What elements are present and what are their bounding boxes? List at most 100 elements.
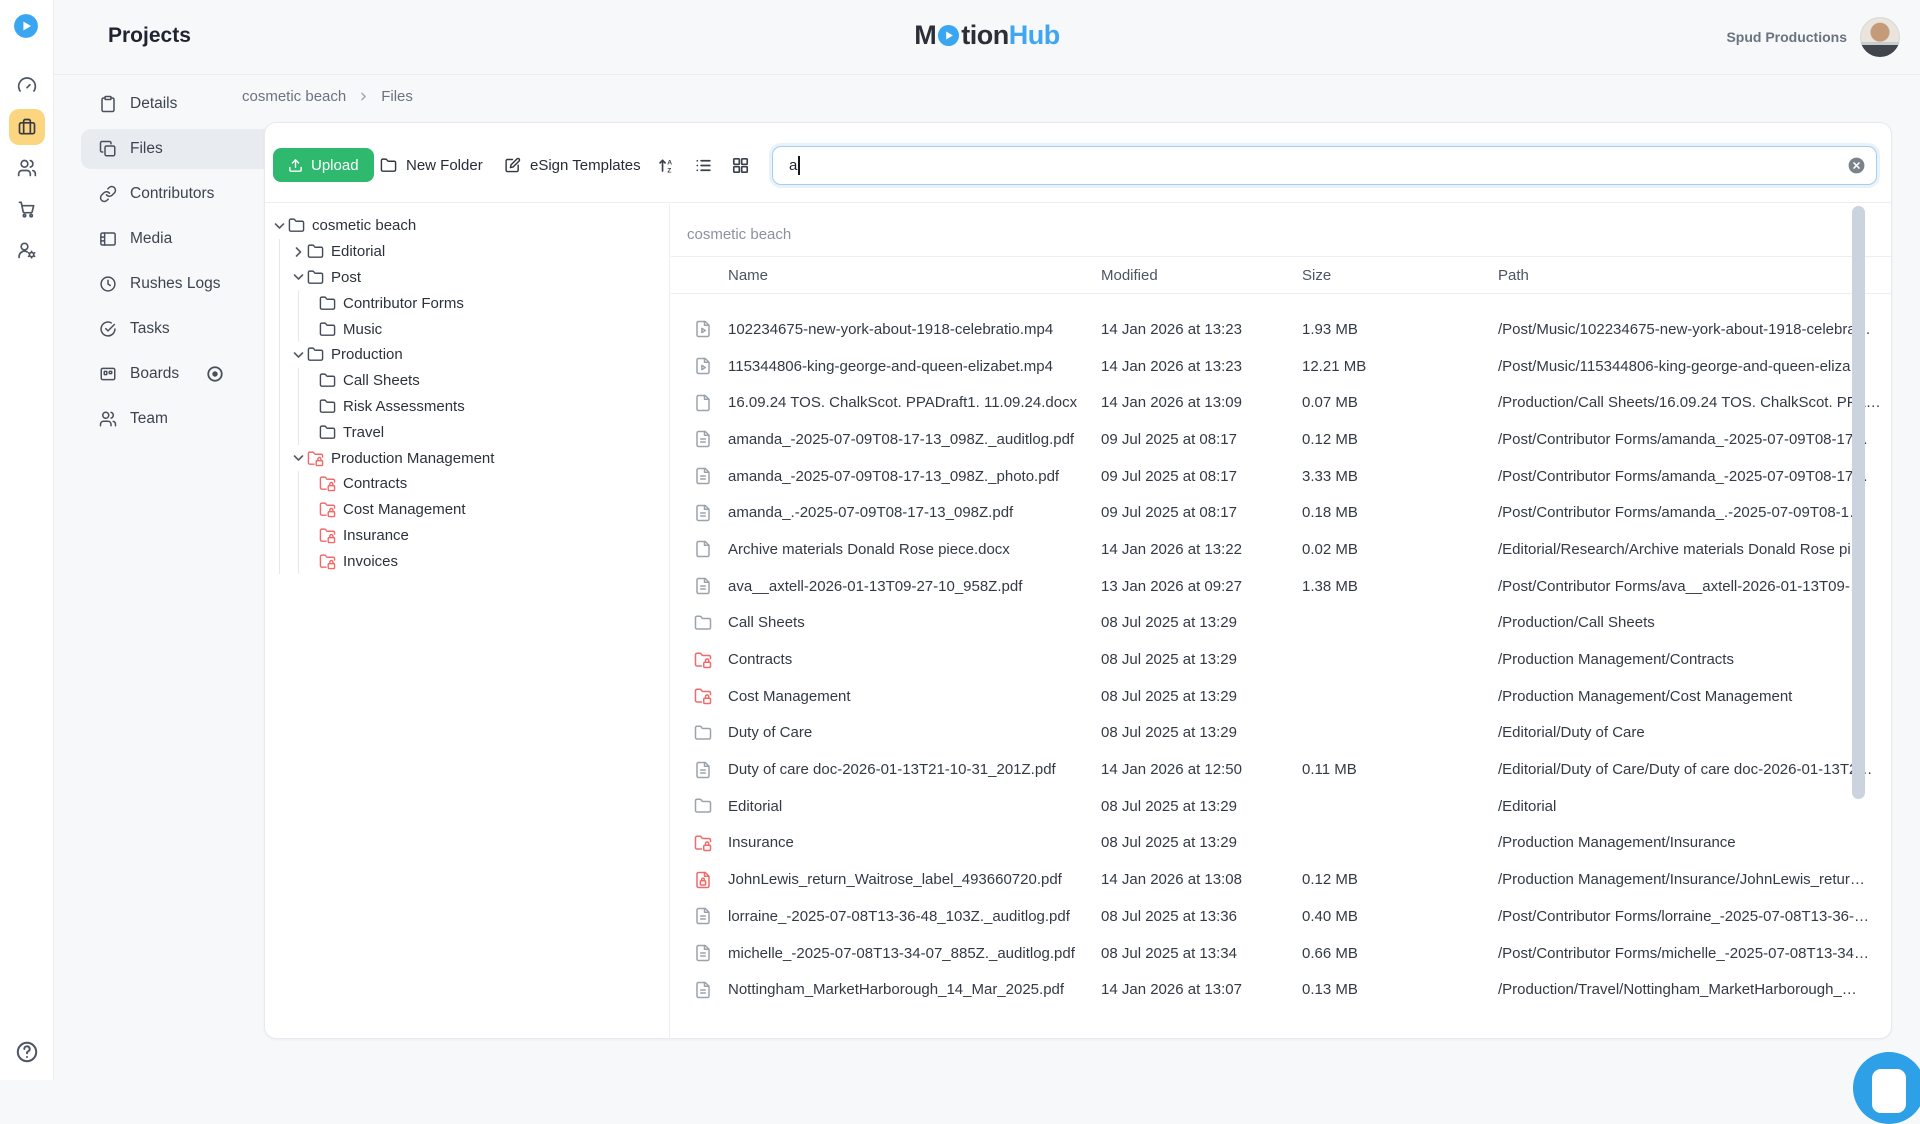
- tree-folder-icon: [319, 501, 336, 518]
- file-name[interactable]: michelle_-2025-07-08T13-34-07_885Z._audi…: [728, 945, 1101, 962]
- file-name[interactable]: amanda_-2025-07-09T08-17-13_098Z._auditl…: [728, 431, 1101, 448]
- file-row[interactable]: Duty of Care 08 Jul 2025 at 13:29 /Edito…: [671, 715, 1891, 752]
- file-name[interactable]: Insurance: [728, 834, 1101, 851]
- tree-item-label: Editorial: [331, 243, 385, 260]
- sidebar-item-media[interactable]: Media: [81, 219, 280, 259]
- tree-item[interactable]: Call Sheets: [271, 368, 669, 394]
- file-name[interactable]: lorraine_-2025-07-08T13-36-48_103Z._audi…: [728, 908, 1101, 925]
- sidebar-item-contributors[interactable]: Contributors: [81, 174, 280, 214]
- column-path[interactable]: Path: [1498, 267, 1891, 284]
- tree-item-label: Travel: [343, 424, 384, 441]
- file-name[interactable]: Archive materials Donald Rose piece.docx: [728, 541, 1101, 558]
- file-name[interactable]: JohnLewis_return_Waitrose_label_49366072…: [728, 871, 1101, 888]
- sidebar-item-team[interactable]: Team: [81, 399, 280, 439]
- clear-search-icon[interactable]: [1847, 156, 1866, 175]
- file-row[interactable]: michelle_-2025-07-08T13-34-07_885Z._audi…: [671, 935, 1891, 972]
- breadcrumb-files[interactable]: Files: [381, 88, 413, 105]
- tree-item[interactable]: Invoices: [271, 548, 669, 574]
- file-name[interactable]: 102234675-new-york-about-1918-celebratio…: [728, 321, 1101, 338]
- sidebar-item-rushes-logs[interactable]: Rushes Logs: [81, 264, 280, 304]
- tree-item[interactable]: cosmetic beach: [271, 213, 669, 239]
- column-modified[interactable]: Modified: [1101, 267, 1302, 284]
- file-name[interactable]: 115344806-king-george-and-queen-elizabet…: [728, 358, 1101, 375]
- sidebar-item-files[interactable]: Files: [81, 129, 280, 169]
- file-row[interactable]: Insurance 08 Jul 2025 at 13:29 /Producti…: [671, 825, 1891, 862]
- files-icon: [99, 140, 117, 158]
- column-size[interactable]: Size: [1302, 267, 1498, 284]
- file-type-icon: [694, 907, 712, 925]
- file-name[interactable]: Contracts: [728, 651, 1101, 668]
- file-row[interactable]: Duty of care doc-2026-01-13T21-10-31_201…: [671, 751, 1891, 788]
- cart-icon: [17, 199, 37, 219]
- file-row[interactable]: lorraine_-2025-07-08T13-36-48_103Z._audi…: [671, 898, 1891, 935]
- file-row[interactable]: 16.09.24 TOS. ChalkScot. PPADraft1. 11.0…: [671, 384, 1891, 421]
- avatar[interactable]: [1860, 17, 1900, 57]
- tree-expander-icon[interactable]: [290, 269, 307, 285]
- file-row[interactable]: Archive materials Donald Rose piece.docx…: [671, 531, 1891, 568]
- tree-item[interactable]: Production: [271, 342, 669, 368]
- people-rail-button[interactable]: [9, 150, 45, 186]
- file-row[interactable]: 102234675-new-york-about-1918-celebratio…: [671, 311, 1891, 348]
- file-row[interactable]: amanda_-2025-07-09T08-17-13_098Z._photo.…: [671, 458, 1891, 495]
- file-row[interactable]: Cost Management 08 Jul 2025 at 13:29 /Pr…: [671, 678, 1891, 715]
- tree-item[interactable]: Contributor Forms: [271, 290, 669, 316]
- file-row[interactable]: Call Sheets 08 Jul 2025 at 13:29 /Produc…: [671, 605, 1891, 642]
- file-name[interactable]: Duty of Care: [728, 724, 1101, 741]
- file-row[interactable]: amanda_.-2025-07-09T08-17-13_098Z.pdf 09…: [671, 494, 1891, 531]
- tree-item[interactable]: Editorial: [271, 239, 669, 265]
- top-header: Projects MtionHub Spud Productions: [54, 0, 1920, 75]
- team-icon: [99, 410, 117, 428]
- tree-expander-icon[interactable]: [290, 244, 307, 260]
- tree-item[interactable]: Insurance: [271, 523, 669, 549]
- sort-az-icon[interactable]: [657, 156, 676, 175]
- orders-rail-button[interactable]: [9, 191, 45, 227]
- tree-item[interactable]: Contracts: [271, 471, 669, 497]
- file-row[interactable]: amanda_-2025-07-09T08-17-13_098Z._auditl…: [671, 421, 1891, 458]
- projects-rail-button[interactable]: [9, 109, 45, 145]
- file-name[interactable]: 16.09.24 TOS. ChalkScot. PPADraft1. 11.0…: [728, 394, 1101, 411]
- esign-templates-button[interactable]: eSign Templates: [504, 148, 641, 182]
- chat-widget-button[interactable]: [1853, 1052, 1920, 1124]
- tree-expander-icon[interactable]: [290, 450, 307, 466]
- column-name[interactable]: Name: [728, 267, 1101, 284]
- admin-rail-button[interactable]: [9, 232, 45, 268]
- file-name[interactable]: Nottingham_MarketHarborough_14_Mar_2025.…: [728, 981, 1101, 998]
- file-path: /Editorial/Duty of Care/Duty of care doc…: [1498, 761, 1891, 778]
- file-row[interactable]: Nottingham_MarketHarborough_14_Mar_2025.…: [671, 971, 1891, 1008]
- tree-item[interactable]: Cost Management: [271, 497, 669, 523]
- file-name[interactable]: amanda_.-2025-07-09T08-17-13_098Z.pdf: [728, 504, 1101, 521]
- grid-view-icon[interactable]: [731, 156, 750, 175]
- tree-item[interactable]: Music: [271, 316, 669, 342]
- search-input[interactable]: [772, 146, 1877, 185]
- file-row[interactable]: Contracts 08 Jul 2025 at 13:29 /Producti…: [671, 641, 1891, 678]
- tree-item[interactable]: Travel: [271, 419, 669, 445]
- file-name[interactable]: Editorial: [728, 798, 1101, 815]
- tree-indent-guides: [271, 471, 309, 497]
- file-name[interactable]: Call Sheets: [728, 614, 1101, 631]
- file-type-icon: [694, 651, 712, 669]
- upload-button[interactable]: Upload: [273, 148, 374, 182]
- file-row[interactable]: JohnLewis_return_Waitrose_label_49366072…: [671, 861, 1891, 898]
- tree-expander-icon[interactable]: [271, 218, 288, 234]
- help-icon[interactable]: [15, 1040, 39, 1064]
- file-row[interactable]: 115344806-king-george-and-queen-elizabet…: [671, 348, 1891, 385]
- file-row[interactable]: ava__axtell-2026-01-13T09-27-10_958Z.pdf…: [671, 568, 1891, 605]
- file-name[interactable]: Duty of care doc-2026-01-13T21-10-31_201…: [728, 761, 1101, 778]
- tree-expander-icon[interactable]: [290, 347, 307, 363]
- file-name[interactable]: amanda_-2025-07-09T08-17-13_098Z._photo.…: [728, 468, 1101, 485]
- tree-item[interactable]: Production Management: [271, 445, 669, 471]
- list-view-icon[interactable]: [694, 156, 713, 175]
- tree-item[interactable]: Post: [271, 265, 669, 291]
- account-menu[interactable]: Spud Productions: [1726, 17, 1900, 57]
- file-row[interactable]: Editorial 08 Jul 2025 at 13:29 /Editoria…: [671, 788, 1891, 825]
- file-name[interactable]: ava__axtell-2026-01-13T09-27-10_958Z.pdf: [728, 578, 1101, 595]
- dashboard-rail-button[interactable]: [9, 68, 45, 104]
- sidebar-item-tasks[interactable]: Tasks: [81, 309, 280, 349]
- file-name[interactable]: Cost Management: [728, 688, 1101, 705]
- tree-item[interactable]: Risk Assessments: [271, 394, 669, 420]
- table-scrollbar[interactable]: [1852, 206, 1865, 799]
- new-folder-button[interactable]: New Folder: [380, 148, 483, 182]
- breadcrumb-project[interactable]: cosmetic beach: [242, 88, 346, 105]
- app-logo-icon[interactable]: [13, 13, 39, 39]
- sidebar-item-boards[interactable]: Boards: [81, 354, 280, 394]
